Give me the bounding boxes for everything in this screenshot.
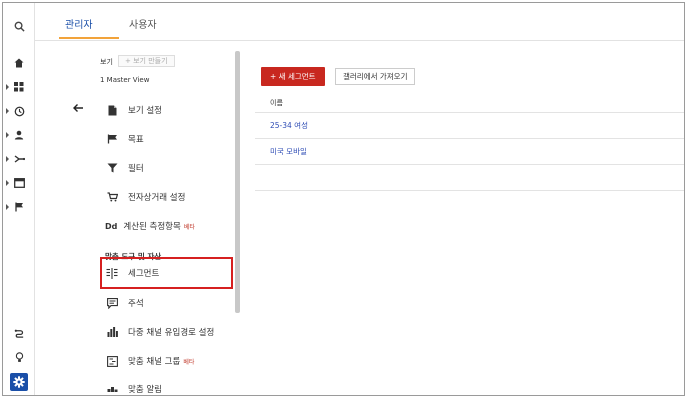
view-panel: 보기 + 보기 만들기 1 Master View 보기 설정 목표 필터 전자…: [35, 41, 240, 395]
view-label: 보기: [100, 58, 113, 66]
back-arrow-icon[interactable]: [72, 102, 84, 114]
cart-icon: [105, 190, 119, 204]
acquisition-icon[interactable]: [3, 150, 35, 168]
view-selector[interactable]: 1 Master View: [100, 76, 149, 84]
active-tab-indicator: [59, 37, 119, 39]
attribution-icon[interactable]: [3, 324, 35, 342]
alert-icon: [105, 382, 119, 395]
tab-user[interactable]: 사용자: [129, 16, 157, 31]
person-icon[interactable]: [3, 126, 35, 144]
menu-item-custom-channel-groups[interactable]: 맞춤 채널 그룹 베타: [105, 352, 194, 370]
menu-item-custom-alerts[interactable]: 맞춤 알림: [105, 380, 162, 395]
menu-item-annotations[interactable]: 주석: [105, 294, 144, 312]
dd-icon: Dd: [105, 221, 118, 231]
search-icon[interactable]: [3, 17, 35, 35]
segments-table: 이름 25-34 여성 미국 모바일: [255, 93, 684, 191]
behavior-icon[interactable]: [3, 174, 35, 192]
top-tabs: 관리자 사용자: [35, 3, 684, 41]
admin-page: 관리자 사용자 보기 + 보기 만들기 1 Master View 보기 설정 …: [2, 2, 685, 396]
import-from-gallery-button[interactable]: 갤러리에서 가져오기: [335, 68, 416, 85]
table-header-name[interactable]: 이름: [255, 93, 684, 113]
bar-chart-icon: [105, 325, 119, 339]
conversion-flag-icon[interactable]: [3, 198, 35, 216]
dashboard-icon[interactable]: [3, 78, 35, 96]
home-icon[interactable]: [3, 54, 35, 72]
create-view-button[interactable]: + 보기 만들기: [118, 55, 175, 67]
annotation-icon: [105, 296, 119, 310]
menu-item-filters[interactable]: 필터: [105, 159, 144, 177]
menu-item-mcf-settings[interactable]: 다중 채널 유입경로 설정: [105, 323, 214, 341]
flag-icon: [105, 132, 119, 146]
segments-highlight-box: [100, 257, 233, 289]
table-row[interactable]: 미국 모바일: [255, 139, 684, 165]
document-icon: [105, 103, 119, 117]
channel-group-icon: [105, 354, 119, 368]
menu-item-ecommerce[interactable]: 전자상거래 설정: [105, 188, 185, 206]
menu-item-view-settings[interactable]: 보기 설정: [105, 101, 162, 119]
table-row-empty: [255, 165, 684, 191]
menu-item-goals[interactable]: 목표: [105, 130, 144, 148]
new-segment-button[interactable]: + 새 세그먼트: [261, 67, 325, 86]
beta-badge: 베타: [183, 223, 195, 231]
column-scrollbar[interactable]: [235, 51, 240, 313]
beta-badge: 베타: [183, 358, 195, 366]
clock-icon[interactable]: [3, 102, 35, 120]
icon-rail: [3, 3, 35, 395]
settings-gear-icon[interactable]: [10, 373, 28, 391]
table-row[interactable]: 25-34 여성: [255, 113, 684, 139]
filter-icon: [105, 161, 119, 175]
tab-admin[interactable]: 관리자: [65, 16, 93, 31]
lightbulb-icon[interactable]: [3, 348, 35, 366]
menu-item-calculated-metrics[interactable]: Dd 계산된 측정항목 베타: [105, 217, 195, 235]
